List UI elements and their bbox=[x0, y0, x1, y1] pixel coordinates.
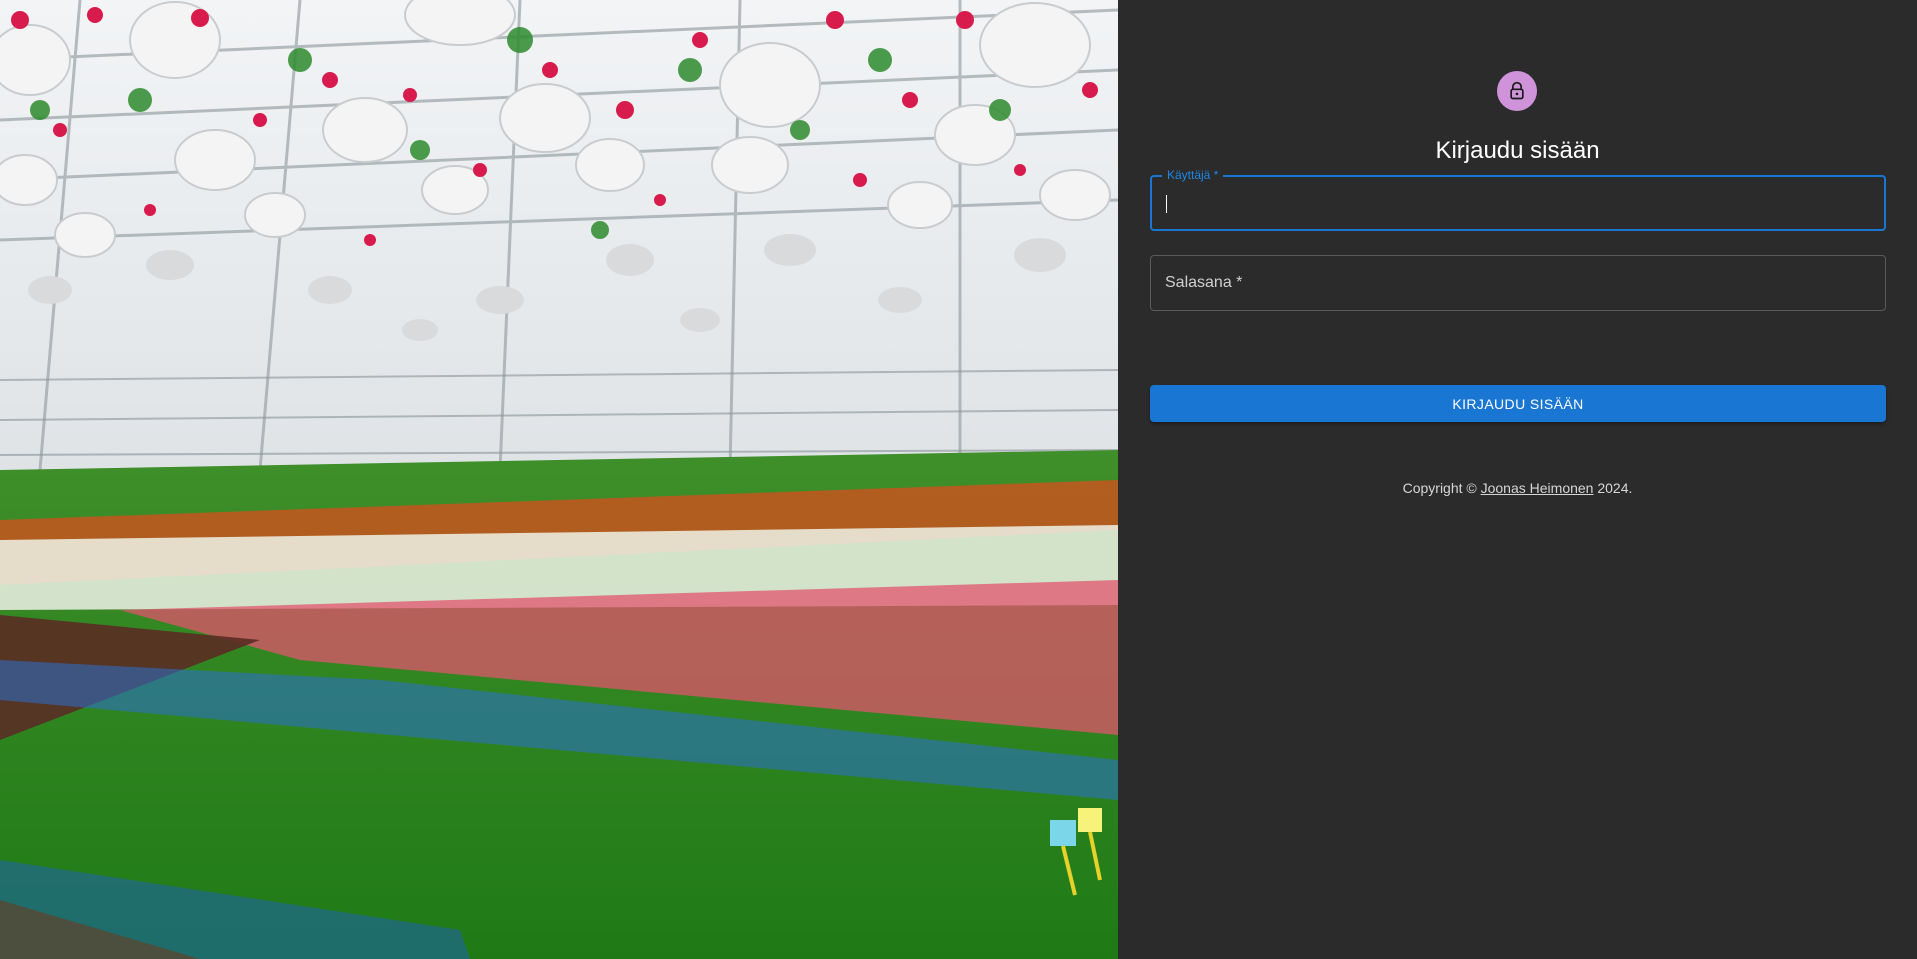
page-title: Kirjaudu sisään bbox=[1435, 137, 1600, 165]
copyright-year: 2024. bbox=[1597, 480, 1633, 496]
login-button[interactable]: KIRJAUDU SISÄÄN bbox=[1150, 385, 1886, 422]
copyright-prefix: Copyright © bbox=[1402, 480, 1477, 496]
password-input[interactable] bbox=[1151, 256, 1885, 310]
login-panel: Kirjaudu sisään Käyttäjä * Salasana * KI… bbox=[1118, 0, 1917, 959]
username-field[interactable]: Käyttäjä * bbox=[1150, 168, 1886, 231]
username-input[interactable] bbox=[1152, 177, 1884, 229]
text-caret bbox=[1166, 195, 1167, 213]
author-link[interactable]: Joonas Heimonen bbox=[1481, 480, 1594, 496]
copyright-text: Copyright © Joonas Heimonen 2024. bbox=[1118, 480, 1917, 496]
password-field[interactable]: Salasana * bbox=[1150, 255, 1886, 311]
lock-icon bbox=[1510, 81, 1524, 100]
greenhouse-photo bbox=[0, 0, 1118, 959]
avatar bbox=[1497, 71, 1537, 111]
